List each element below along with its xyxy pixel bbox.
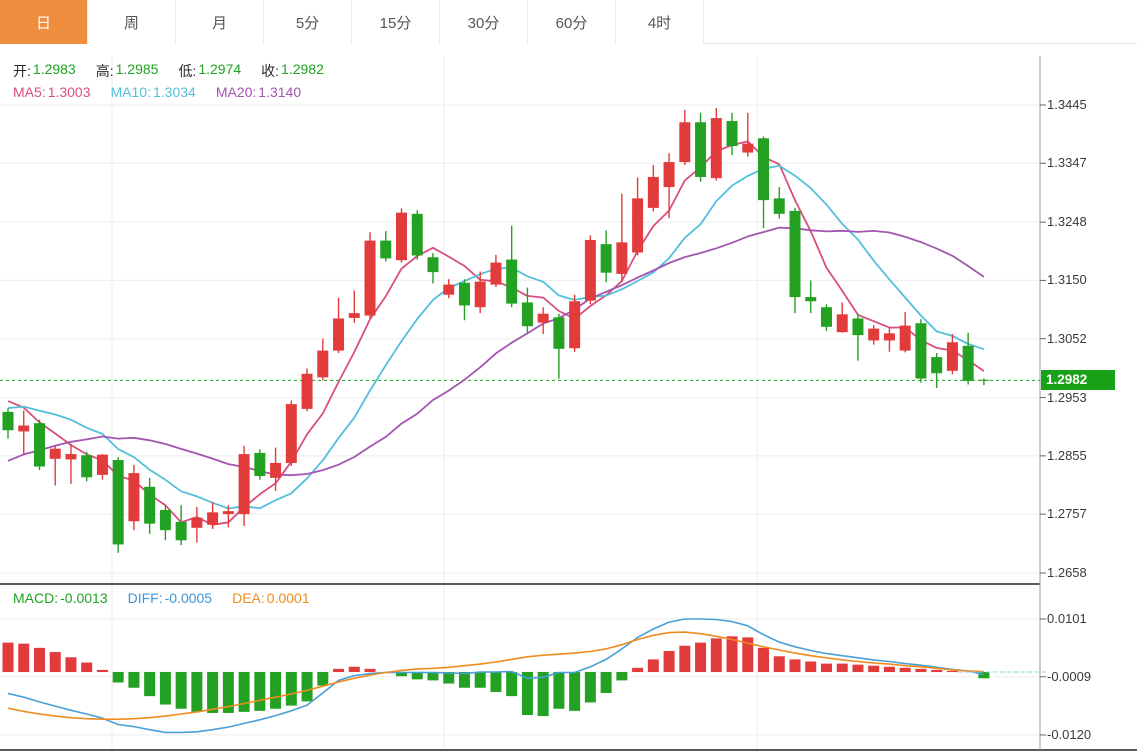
price-axis-label: 1.2855 bbox=[1047, 448, 1087, 464]
price-axis-label: 1.2953 bbox=[1047, 390, 1087, 406]
close-label: 收: bbox=[261, 61, 279, 81]
price-axis-label: 1.2658 bbox=[1047, 565, 1087, 581]
macd-axis-label: -0.0009 bbox=[1047, 669, 1091, 685]
low-value: 1.2974 bbox=[198, 61, 241, 81]
tab-30min[interactable]: 30分 bbox=[440, 0, 528, 44]
tabbar-filler bbox=[704, 0, 1137, 43]
macd-label: MACD: bbox=[13, 590, 58, 606]
tab-day[interactable]: 日 bbox=[0, 0, 88, 44]
ma10-value: 1.3034 bbox=[153, 84, 196, 100]
candlestick-chart-plot-area[interactable] bbox=[0, 44, 1137, 755]
price-axis-label: 1.3347 bbox=[1047, 155, 1087, 171]
price-axis-label: 1.3248 bbox=[1047, 214, 1087, 230]
chart-app: 日周月5分15分30分60分4时 开:1.2983 高:1.2985 低:1.2… bbox=[0, 0, 1137, 755]
price-axis-label: 1.3052 bbox=[1047, 331, 1087, 347]
price-axis-label: 1.3445 bbox=[1047, 97, 1087, 113]
dea-value: 0.0001 bbox=[267, 590, 310, 606]
high-value: 1.2985 bbox=[116, 61, 159, 81]
diff-value: -0.0005 bbox=[165, 590, 212, 606]
price-axis-label: 1.2757 bbox=[1047, 506, 1087, 522]
ma20-label: MA20: bbox=[216, 84, 256, 100]
current-price-tag: 1.2982 bbox=[1041, 370, 1115, 390]
ma20-value: 1.3140 bbox=[258, 84, 301, 100]
tab-month[interactable]: 月 bbox=[176, 0, 264, 44]
macd-axis-label: -0.0120 bbox=[1047, 727, 1091, 743]
tab-15min[interactable]: 15分 bbox=[352, 0, 440, 44]
ma10-label: MA10: bbox=[111, 84, 151, 100]
price-axis-label: 1.3150 bbox=[1047, 272, 1087, 288]
close-value: 1.2982 bbox=[281, 61, 324, 81]
ma5-label: MA5: bbox=[13, 84, 46, 100]
high-label: 高: bbox=[96, 61, 114, 81]
low-label: 低: bbox=[178, 61, 196, 81]
tab-week[interactable]: 周 bbox=[88, 0, 176, 44]
dea-label: DEA: bbox=[232, 590, 265, 606]
diff-label: DIFF: bbox=[128, 590, 163, 606]
tab-4hour[interactable]: 4时 bbox=[616, 0, 704, 44]
tab-5min[interactable]: 5分 bbox=[264, 0, 352, 44]
open-value: 1.2983 bbox=[33, 61, 76, 81]
ma5-value: 1.3003 bbox=[48, 84, 91, 100]
macd-axis-label: 0.0101 bbox=[1047, 611, 1087, 627]
macd-info-bar: MACD:-0.0013 DIFF:-0.0005 DEA:0.0001 bbox=[13, 590, 310, 606]
ma-info-bar: MA5:1.3003 MA10:1.3034 MA20:1.3140 bbox=[13, 84, 301, 100]
macd-value: -0.0013 bbox=[60, 590, 107, 606]
open-label: 开: bbox=[13, 61, 31, 81]
timeframe-tabbar: 日周月5分15分30分60分4时 bbox=[0, 0, 1137, 44]
ohlc-info-bar: 开:1.2983 高:1.2985 低:1.2974 收:1.2982 bbox=[13, 61, 324, 81]
tab-60min[interactable]: 60分 bbox=[528, 0, 616, 44]
